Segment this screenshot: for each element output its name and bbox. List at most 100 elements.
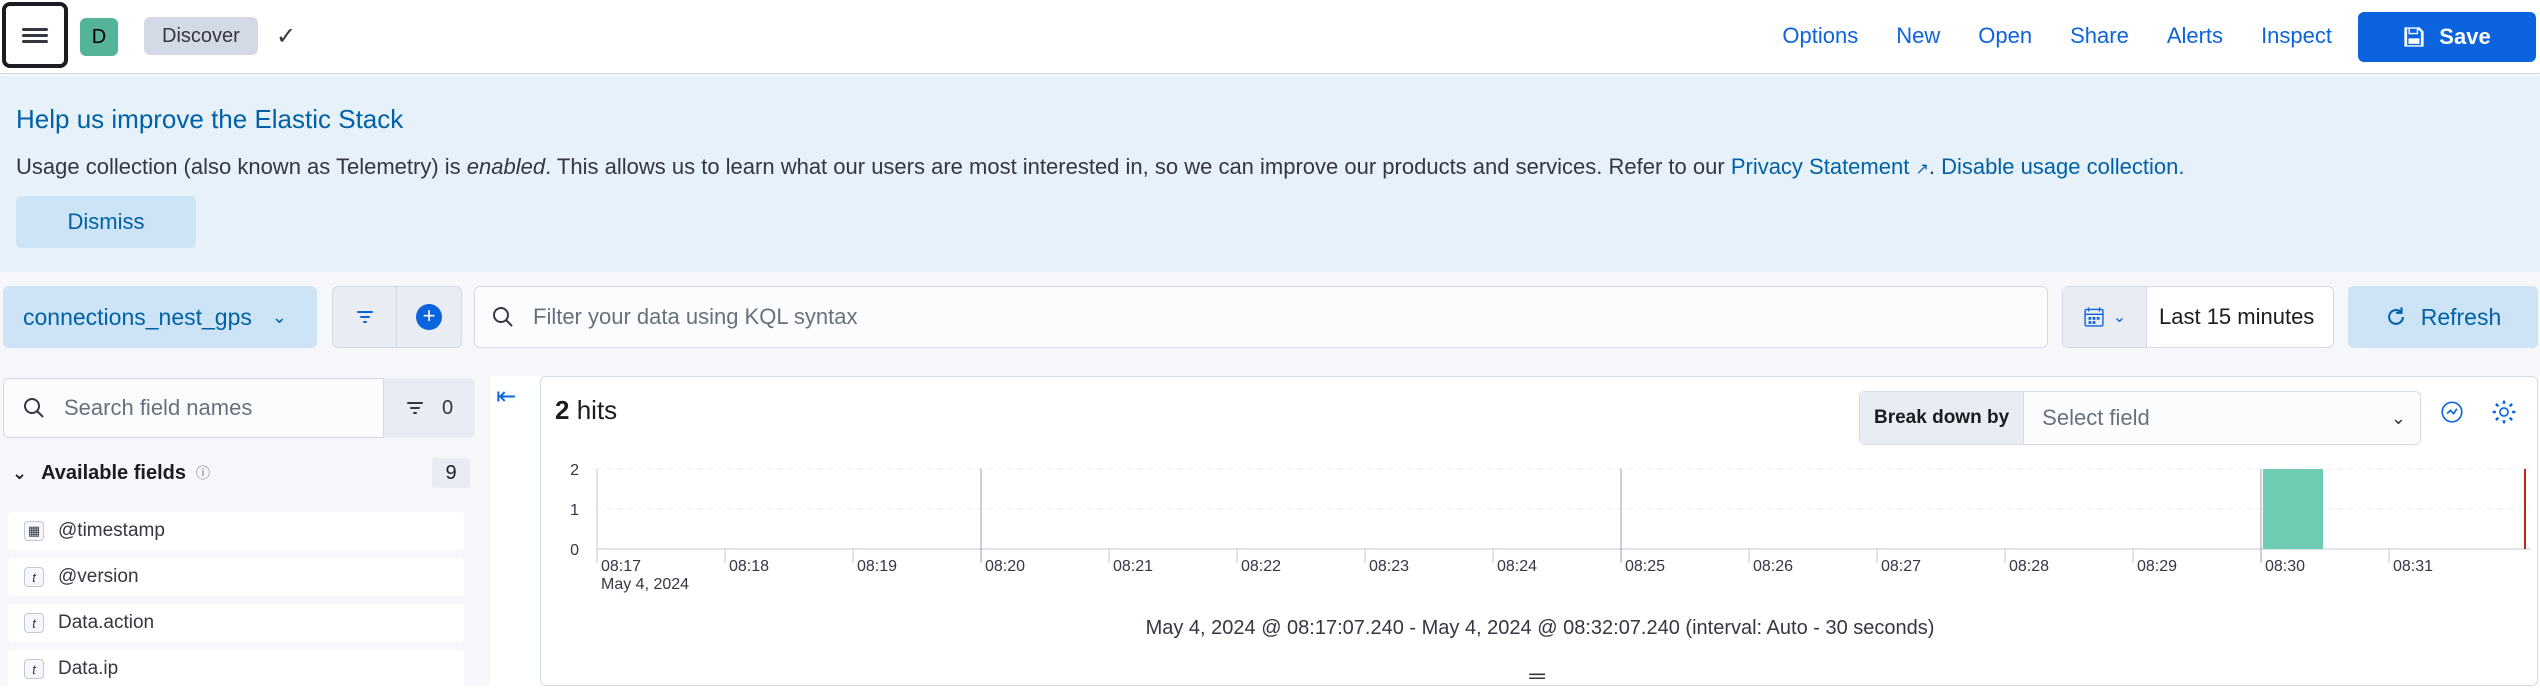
hits-label: hits [576, 395, 618, 425]
x-tick-label: 08:21 [1113, 558, 1153, 575]
field-name: Data.ip [58, 658, 119, 679]
field-item-data-action[interactable]: t Data.action [8, 604, 464, 642]
field-search-placeholder: Search field names [64, 395, 253, 420]
breakdown-label: Break down by [1860, 392, 2025, 444]
breakdown-select[interactable]: Break down by Select field ⌄ [1859, 391, 2421, 445]
field-filter-count: 0 [441, 396, 454, 419]
filter-controls: + [332, 286, 462, 348]
text-type-icon: t [24, 613, 44, 633]
callout-title: Help us improve the Elastic Stack [16, 104, 404, 134]
visualize-icon[interactable] [2439, 399, 2465, 432]
y-tick-label: 1 [570, 502, 579, 519]
field-filter-button[interactable]: 0 [383, 378, 475, 438]
telemetry-callout: Help us improve the Elastic Stack Usage … [0, 76, 2540, 272]
x-tick-label: 08:29 [2137, 558, 2177, 575]
chevron-down-icon: ⌄ [12, 462, 28, 483]
gear-icon[interactable] [2491, 399, 2517, 432]
filter-icon [356, 311, 373, 323]
save-label: Save [2439, 24, 2491, 49]
chevron-down-icon: ⌄ [271, 306, 287, 327]
breakdown-placeholder: Select field [2042, 405, 2150, 430]
options-link[interactable]: Options [1782, 23, 1858, 49]
histogram-panel: 2 hits Break down by Select field ⌄ 0120… [540, 376, 2538, 689]
text-type-icon: t [24, 567, 44, 587]
x-tick-label: 08:30 [2265, 558, 2305, 575]
breadcrumb-discover[interactable]: Discover [144, 17, 258, 55]
data-view-name: connections_nest_gps [23, 303, 252, 330]
alerts-link[interactable]: Alerts [2167, 23, 2223, 49]
privacy-statement-link[interactable]: Privacy Statement [1731, 154, 1910, 179]
x-date-label: May 4, 2024 [601, 576, 689, 593]
refresh-label: Refresh [2420, 303, 2502, 330]
field-item-timestamp[interactable]: ▦ @timestamp [8, 512, 464, 550]
x-tick-label: 08:19 [857, 558, 897, 575]
calendar-icon [2084, 307, 2104, 327]
external-link-icon: ↗ [1915, 161, 1929, 178]
y-tick-label: 2 [570, 462, 579, 479]
hits-counter: 2 hits [555, 395, 617, 426]
add-filter-button[interactable]: + [397, 287, 461, 347]
y-tick-label: 0 [570, 542, 579, 559]
data-view-picker[interactable]: connections_nest_gps ⌄ [3, 286, 317, 348]
menu-toggle-button[interactable] [2, 2, 68, 68]
query-placeholder: Filter your data using KQL syntax [533, 304, 858, 329]
plus-icon: + [416, 304, 442, 330]
save-icon [2404, 27, 2424, 47]
callout-body: Usage collection (also known as Telemetr… [16, 154, 2185, 179]
save-button[interactable]: Save [2358, 12, 2536, 62]
x-tick-label: 08:27 [1881, 558, 1921, 575]
x-tick-label: 08:17 [601, 558, 641, 575]
histogram-chart: 0 1 2 08:17 08:18 08:19 08:20 08:21 08:22 08:23 08… [570, 462, 2531, 593]
x-tick-label: 08:26 [1753, 558, 1793, 575]
x-tick-label: 08:22 [1241, 558, 1281, 575]
open-link[interactable]: Open [1978, 23, 2032, 49]
dismiss-button[interactable]: Dismiss [16, 196, 196, 248]
time-range-display[interactable]: Last 15 minutes [2147, 304, 2314, 330]
x-tick-label: 08:18 [729, 558, 769, 575]
chevron-down-icon: ⌄ [2390, 407, 2406, 428]
quick-select-button[interactable]: ⌄ [2063, 287, 2147, 347]
x-tick-label: 08:20 [985, 558, 1025, 575]
available-fields-toggle[interactable]: ⌄ Available fields ⓘ 9 [12, 458, 470, 488]
x-tick-label: 08:28 [2009, 558, 2049, 575]
chevron-down-icon: ⌄ [2112, 309, 2127, 326]
refresh-icon [2387, 307, 2404, 325]
hits-count: 2 [555, 395, 570, 425]
query-toolbar: connections_nest_gps ⌄ + Filter your dat… [0, 272, 2540, 376]
callout-text-1: Usage collection (also known as Telemetr… [16, 154, 467, 179]
refresh-button[interactable]: Refresh [2348, 286, 2538, 348]
field-sidebar: Search field names 0 ⌄ Available fields … [0, 376, 490, 688]
text-type-icon: t [24, 659, 44, 679]
collapse-sidebar-icon[interactable]: ⇤ [496, 382, 516, 411]
available-fields-count: 9 [432, 458, 470, 488]
field-name: @timestamp [58, 520, 165, 541]
new-link[interactable]: New [1896, 23, 1940, 49]
resize-handle-icon[interactable]: ═ [1527, 663, 1547, 689]
inspect-link[interactable]: Inspect [2261, 23, 2332, 49]
hamburger-icon [22, 25, 48, 46]
field-item-version[interactable]: t @version [8, 558, 464, 596]
space-avatar[interactable]: D [80, 18, 118, 56]
share-link[interactable]: Share [2070, 23, 2129, 49]
x-tick-label: 08:25 [1625, 558, 1665, 575]
x-tick-label: 08:23 [1369, 558, 1409, 575]
date-type-icon: ▦ [24, 521, 44, 541]
filter-menu-button[interactable] [333, 287, 397, 347]
time-range-label: May 4, 2024 @ 08:17:07.240 - May 4, 2024… [1145, 617, 1935, 639]
field-item-data-ip[interactable]: t Data.ip [8, 650, 464, 688]
top-nav-links: Options New Open Share Alerts Inspect [1782, 0, 2332, 72]
search-icon [493, 307, 513, 327]
info-icon: ⓘ [195, 465, 210, 481]
field-name: @version [58, 566, 139, 587]
callout-text-enabled: enabled [466, 154, 546, 179]
histogram-bar[interactable] [2263, 469, 2323, 549]
x-tick-label: 08:24 [1497, 558, 1537, 575]
field-search-input[interactable]: Search field names 0 [3, 378, 475, 438]
filter-icon [406, 402, 423, 414]
date-picker: ⌄ Last 15 minutes [2062, 286, 2334, 348]
field-name: Data.action [58, 612, 155, 633]
top-header: D Discover ✓ Options New Open Share Aler… [0, 0, 2540, 74]
disable-usage-link[interactable]: Disable usage collection. [1941, 154, 2184, 179]
check-icon: ✓ [276, 23, 297, 50]
kql-query-input[interactable]: Filter your data using KQL syntax [474, 286, 2048, 348]
